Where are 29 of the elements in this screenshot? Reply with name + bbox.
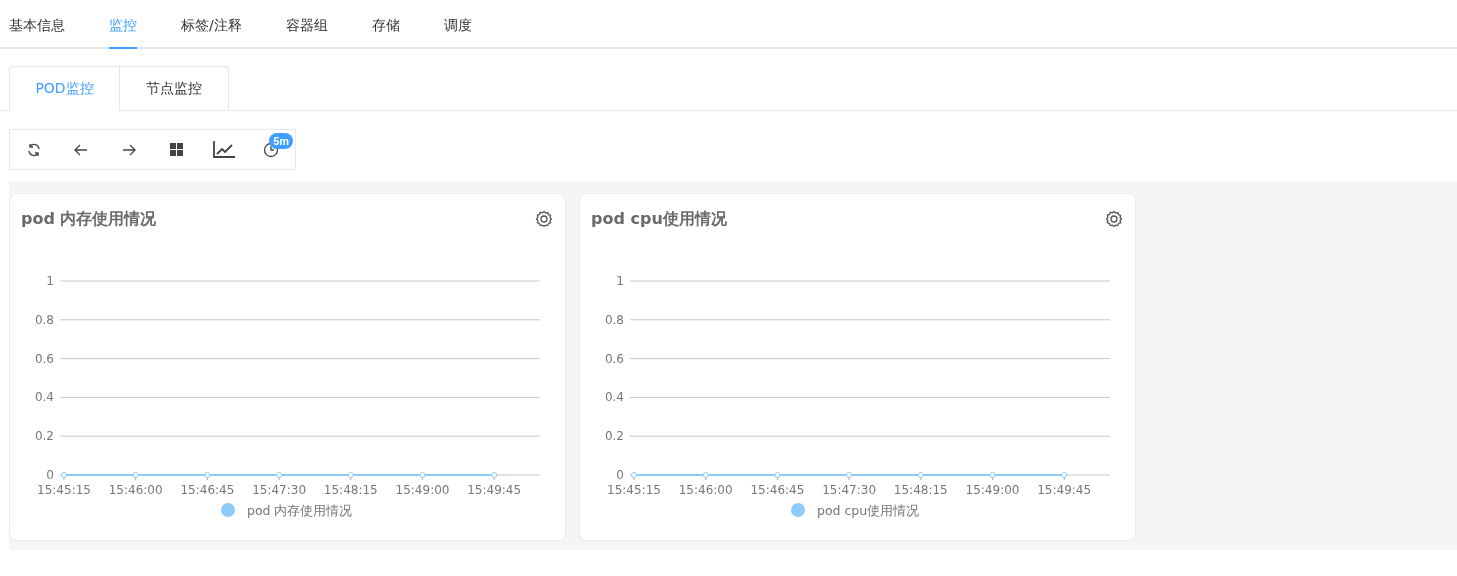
axis-label: 15:45:15 [37,483,91,497]
axis-label: 0.2 [34,429,54,444]
time-badge: 5m [269,132,294,149]
axis-label: 0.8 [604,312,624,327]
axis-label: 1 [46,274,54,288]
axis-label: 15:49:45 [467,483,522,497]
axis-label: 15:49:00 [395,483,450,497]
axis-label: 0.4 [604,390,624,405]
axis-label: 0.2 [604,429,624,444]
axis-label: 0 [46,468,54,482]
axis-label: 15:49:45 [1037,483,1092,497]
axis-label: 15:48:15 [323,483,378,497]
axis-label: 0.4 [34,390,54,405]
panel-title: pod cpu使用情况 [591,208,727,230]
axis-label: 15:46:00 [108,483,163,497]
axis-label: 0 [616,468,624,482]
axis-label: 1 [616,274,624,288]
axis-label: 15:49:00 [965,483,1020,497]
axis-label: 15:47:30 [252,483,307,497]
axis-label: 15:48:15 [893,483,948,497]
axis-label: 15:45:15 [607,483,661,497]
axis-label: 15:46:45 [750,483,805,497]
axis-label: 15:46:00 [678,483,733,497]
axis-label: 15:46:45 [180,483,235,497]
panel-title: pod 内存使用情况 [21,208,157,230]
axis-label: 15:47:30 [822,483,877,497]
axis-label: 0.8 [34,312,54,327]
axis-label: 0.6 [604,351,624,366]
axis-label: 0.6 [34,351,54,366]
